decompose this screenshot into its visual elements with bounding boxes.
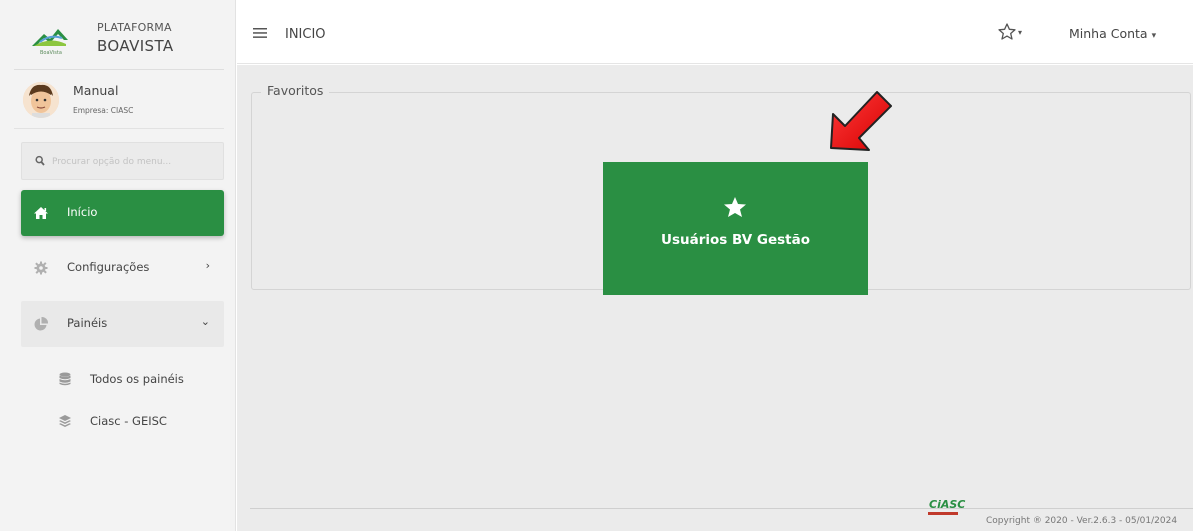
star-outline-icon (998, 23, 1016, 40)
caret-down-icon: ▾ (1151, 31, 1157, 41)
sidebar-subitem-ciasc-geisc[interactable]: Ciasc - GEISC (0, 408, 235, 438)
top-bar: INICIO ▾ Minha Conta ▾ (237, 10, 1193, 64)
sidebar-item-label: Configurações (67, 260, 150, 274)
footer-divider (250, 508, 1193, 509)
favorites-dropdown-button[interactable]: ▾ (997, 22, 1027, 46)
user-company: Empresa: CIASC (73, 106, 134, 115)
sidebar-item-inicio[interactable]: Início (21, 190, 224, 236)
footer-copyright: Copyright ® 2020 - Ver.2.6.3 - 05/01/202… (986, 516, 1178, 526)
search-input[interactable] (52, 152, 220, 172)
gear-icon (34, 261, 48, 275)
brand[interactable]: BoaVista PLATAFORMA BOAVISTA (0, 10, 235, 65)
sidebar-item-configuracoes[interactable]: Configurações › (21, 245, 224, 291)
boavista-logo-icon (32, 29, 68, 46)
brand-subtitle: PLATAFORMA (97, 21, 172, 34)
sidebar-item-paineis[interactable]: Painéis ⌄ (21, 301, 224, 347)
layers-icon (59, 415, 71, 427)
search-icon (35, 155, 45, 166)
database-icon (59, 372, 71, 386)
chevron-right-icon: › (205, 259, 210, 272)
chevron-down-icon: ⌄ (200, 315, 210, 328)
favorites-panel: Usuários BV Gestão (251, 92, 1191, 295)
favorite-tile-label: Usuários BV Gestão (660, 232, 810, 248)
sidebar-item-label: Início (67, 205, 98, 219)
main-content: Usuários BV Gestão Favoritos (237, 65, 1193, 531)
caret-down-icon: ▾ (1018, 28, 1023, 37)
sidebar-subitem-label: Ciasc - GEISC (90, 414, 167, 428)
brand-title: BOAVISTA (97, 37, 174, 55)
home-icon (34, 207, 48, 219)
user-face-icon (23, 82, 59, 118)
red-arrow-annotation (830, 91, 892, 151)
sidebar: BoaVista PLATAFORMA BOAVISTA Manual Empr… (0, 0, 236, 531)
account-label: Minha Conta (1069, 26, 1148, 41)
ciasc-logo-mark (928, 512, 958, 515)
sidebar-subitem-todos-os-paineis[interactable]: Todos os painéis (0, 366, 235, 396)
ciasc-logo: CiASC (929, 498, 966, 511)
logo-caption: BoaVista (40, 50, 62, 56)
divider (14, 128, 224, 129)
menu-search (21, 142, 224, 180)
user-name: Manual (73, 83, 119, 98)
hamburger-menu-icon[interactable] (253, 27, 267, 39)
page-title: INICIO (285, 27, 326, 42)
avatar[interactable] (23, 82, 59, 118)
star-icon (724, 197, 746, 217)
favorite-tile-usuarios-bv-gestao[interactable]: Usuários BV Gestão (603, 162, 868, 295)
favorites-title: Favoritos (261, 83, 330, 98)
account-menu-button[interactable]: Minha Conta ▾ (1069, 26, 1156, 41)
user-panel: Manual Empresa: CIASC (0, 70, 235, 130)
sidebar-item-label: Painéis (67, 316, 108, 330)
sidebar-subitem-label: Todos os painéis (90, 372, 184, 386)
pie-chart-icon (34, 316, 49, 331)
